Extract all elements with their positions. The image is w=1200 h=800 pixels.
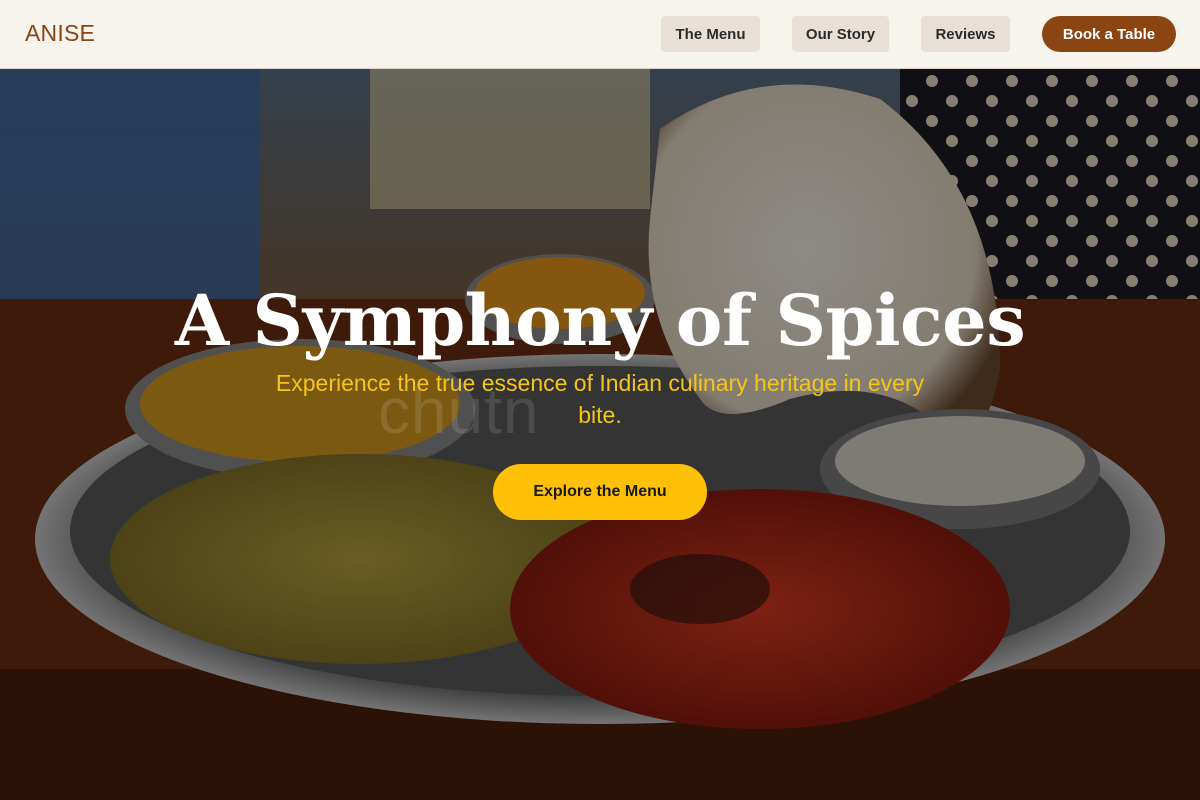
hero-dark-overlay: [0, 69, 1200, 800]
hero-section: chutn A Symphony of Spices Experience th…: [0, 69, 1200, 800]
book-table-button[interactable]: Book a Table: [1042, 16, 1176, 52]
site-header: ANISE The Menu Our Story Reviews Book a …: [0, 0, 1200, 69]
nav-our-story[interactable]: Our Story: [792, 16, 889, 52]
hero-subtitle: Experience the true essence of Indian cu…: [275, 370, 925, 428]
hero-title: A Symphony of Spices: [174, 279, 1026, 362]
nav-the-menu[interactable]: The Menu: [661, 16, 760, 52]
explore-menu-button[interactable]: Explore the Menu: [493, 464, 707, 520]
brand-logo[interactable]: ANISE: [25, 20, 95, 47]
nav-reviews[interactable]: Reviews: [921, 16, 1010, 52]
